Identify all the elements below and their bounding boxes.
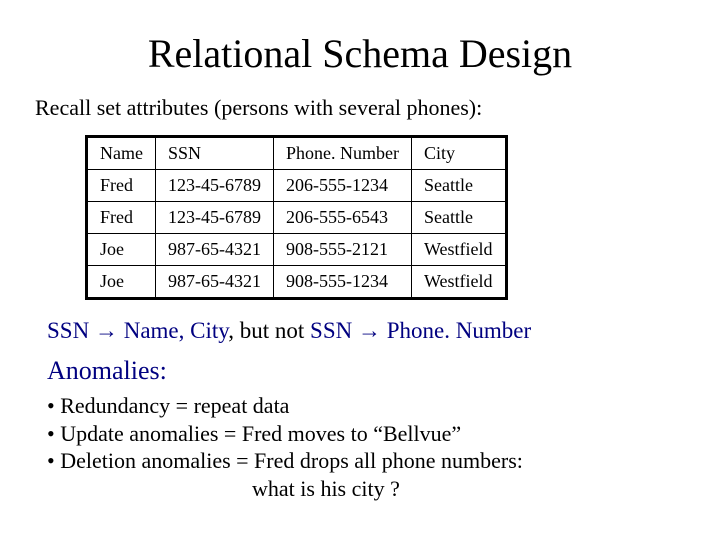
- fd-sep: ,: [228, 318, 240, 343]
- cell: Fred: [87, 202, 156, 234]
- table-row: Joe 987-65-4321 908-555-1234 Westfield: [87, 266, 507, 299]
- data-table: Name SSN Phone. Number City Fred 123-45-…: [85, 135, 508, 300]
- subtitle: Recall set attributes (persons with seve…: [35, 95, 685, 121]
- cell: 987-65-4321: [155, 234, 273, 266]
- col-header: City: [411, 137, 506, 170]
- list-item: • Redundancy = repeat data: [47, 392, 685, 420]
- col-header: Name: [87, 137, 156, 170]
- cell: Fred: [87, 170, 156, 202]
- cell: 908-555-2121: [273, 234, 411, 266]
- fd-rhs2: Phone. Number: [381, 318, 531, 343]
- cell: Westfield: [411, 234, 506, 266]
- cell: 987-65-4321: [155, 266, 273, 299]
- table-row: Joe 987-65-4321 908-555-2121 Westfield: [87, 234, 507, 266]
- cell: 123-45-6789: [155, 170, 273, 202]
- anomalies-heading: Anomalies:: [47, 356, 685, 386]
- page-title: Relational Schema Design: [35, 30, 685, 77]
- anomalies-list: • Redundancy = repeat data • Update anom…: [47, 392, 685, 502]
- cell: 206-555-6543: [273, 202, 411, 234]
- cell: Joe: [87, 234, 156, 266]
- arrow-icon: →: [95, 318, 118, 343]
- cell: Westfield: [411, 266, 506, 299]
- table-row: Fred 123-45-6789 206-555-1234 Seattle: [87, 170, 507, 202]
- functional-dependency: SSN → Name, City, but not SSN → Phone. N…: [47, 318, 685, 344]
- col-header: Phone. Number: [273, 137, 411, 170]
- fd-rhs: Name, City: [118, 318, 228, 343]
- cell: Joe: [87, 266, 156, 299]
- cell: Seattle: [411, 170, 506, 202]
- cell: Seattle: [411, 202, 506, 234]
- cell: 206-555-1234: [273, 170, 411, 202]
- cell: 908-555-1234: [273, 266, 411, 299]
- list-item: • Deletion anomalies = Fred drops all ph…: [47, 447, 685, 475]
- fd-lhs: SSN: [47, 318, 95, 343]
- fd-lhs2: SSN: [310, 318, 358, 343]
- fd-but: but not: [240, 318, 310, 343]
- list-item-continuation: what is his city ?: [252, 475, 685, 503]
- table-row: Fred 123-45-6789 206-555-6543 Seattle: [87, 202, 507, 234]
- table-header-row: Name SSN Phone. Number City: [87, 137, 507, 170]
- cell: 123-45-6789: [155, 202, 273, 234]
- list-item: • Update anomalies = Fred moves to “Bell…: [47, 420, 685, 448]
- col-header: SSN: [155, 137, 273, 170]
- arrow-icon: →: [358, 318, 381, 343]
